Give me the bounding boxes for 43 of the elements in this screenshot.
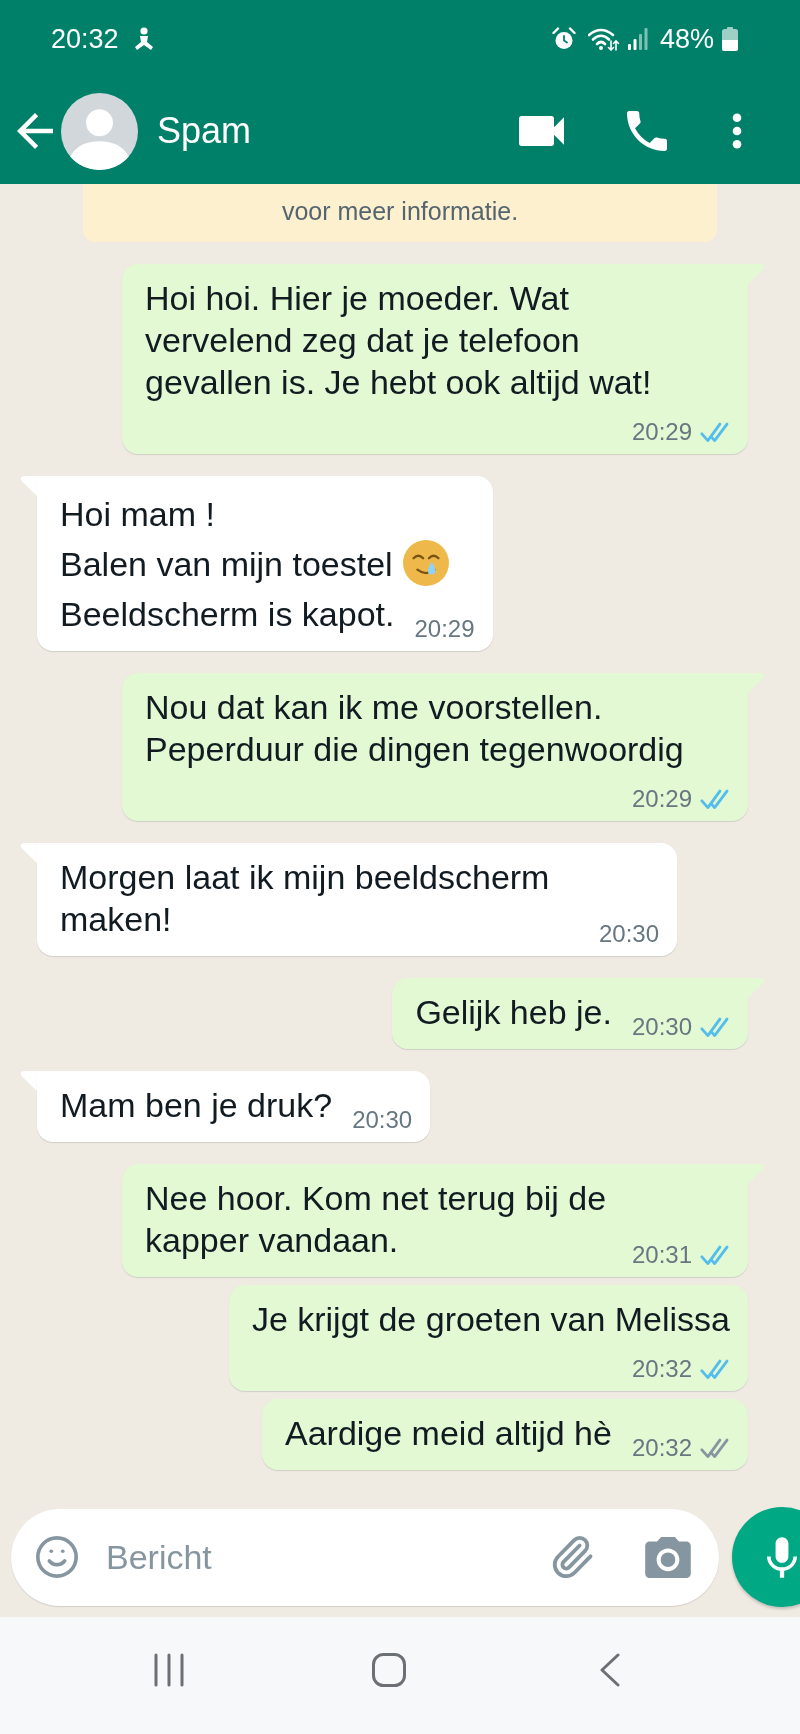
- message-text: Gelijk heb je.: [415, 993, 612, 1031]
- message-time: 20:31: [631, 1241, 692, 1269]
- battery-icon: [722, 27, 738, 51]
- message-time: 20:30: [631, 1013, 692, 1041]
- camera-icon[interactable]: [645, 1536, 691, 1578]
- message-text: Hoi hoi. Hier je moeder. Wat vervelend zeg dat je telefoon gevallen is. Je hebt ook altijd wat!: [145, 279, 652, 401]
- encryption-notice[interactable]: voor meer informatie.: [83, 184, 717, 242]
- wifi-icon: [587, 27, 620, 51]
- message-text: Nee hoor. Kom net terug bij de kapper vandaan.: [145, 1179, 607, 1259]
- contact-name[interactable]: Spam: [157, 110, 252, 152]
- message-time: 20:32: [631, 1434, 692, 1462]
- contact-avatar[interactable]: [61, 92, 138, 170]
- message-time: 20:29: [414, 615, 475, 643]
- microphone-icon: [767, 1536, 797, 1578]
- message-text: Morgen laat ik mijn beeldscherm maken!: [60, 858, 550, 938]
- message-text: Mam ben je druk?: [60, 1086, 333, 1124]
- message-text: Je krijgt de groeten van Melissa: [251, 1300, 730, 1338]
- back-icon[interactable]: [600, 1652, 620, 1687]
- message-time: 20:30: [352, 1106, 413, 1134]
- message-time: 20:30: [598, 920, 659, 948]
- message-text: Aardige meid altijd hè: [284, 1414, 612, 1452]
- alarm-clock-icon: [551, 27, 576, 51]
- message-input[interactable]: Bericht: [106, 1536, 549, 1578]
- signal-icon: [627, 28, 648, 50]
- status-time: 20:32: [51, 23, 119, 55]
- message-text: Hoi mam !: [60, 495, 215, 533]
- recent-apps-icon[interactable]: [152, 1652, 186, 1687]
- battery-percentage: 48%: [659, 23, 714, 55]
- video-camera-icon[interactable]: [519, 116, 564, 146]
- emoji-icon[interactable]: [34, 1534, 80, 1580]
- person-figure-icon: [132, 27, 155, 51]
- message-time: 20:32: [631, 1355, 692, 1383]
- message-time: 20:29: [631, 785, 692, 813]
- message-text: Nou dat kan ik me voorstellen. Peperduur die dingen tegenwoordig: [145, 688, 684, 768]
- phone-icon[interactable]: [627, 111, 667, 151]
- more-options-icon[interactable]: [732, 113, 742, 149]
- notice-text: voor meer informatie.: [281, 196, 519, 226]
- message-text: Balen van mijn toestel: [60, 545, 393, 583]
- message-composer[interactable]: Bericht: [11, 1508, 719, 1606]
- back-arrow-icon[interactable]: [17, 113, 53, 149]
- home-icon[interactable]: [372, 1652, 406, 1687]
- message-time: 20:29: [631, 418, 692, 446]
- message-text: Beeldscherm is kapot.: [60, 595, 395, 633]
